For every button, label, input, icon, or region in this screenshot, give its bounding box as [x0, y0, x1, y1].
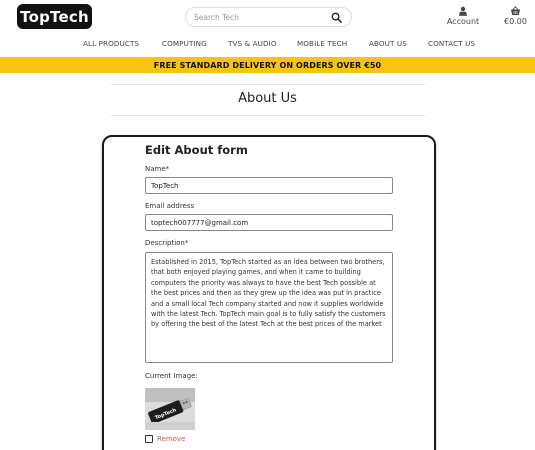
title-divider-top	[111, 84, 425, 85]
remove-image-checkbox[interactable]	[145, 435, 153, 443]
description-label: Description*	[145, 239, 189, 247]
nav-tvs-audio[interactable]: TVS & AUDIO	[228, 39, 277, 48]
current-image-thumbnail[interactable]: TopTech	[145, 388, 195, 430]
title-divider-bottom	[111, 115, 425, 116]
name-label: Name*	[145, 165, 170, 173]
user-icon	[459, 6, 467, 16]
account-label: Account	[446, 17, 480, 26]
page-title: About Us	[238, 91, 297, 106]
cart-total: €0.00	[504, 17, 527, 26]
site-logo[interactable]: TopTech	[17, 4, 92, 29]
nav-computing[interactable]: COMPUTING	[162, 39, 207, 48]
nav-all-products[interactable]: ALL PRODUCTS	[83, 39, 139, 48]
form-title: Edit About form	[145, 143, 248, 157]
nav-mobile-tech[interactable]: MOBILE TECH	[297, 39, 347, 48]
search-bar	[185, 7, 352, 27]
remove-image-label[interactable]: Remove	[157, 435, 185, 443]
basket-icon	[511, 6, 520, 15]
nav-contact-us[interactable]: CONTACT US	[428, 39, 475, 48]
description-field[interactable]: Established in 2015, TopTech started as …	[145, 252, 393, 363]
email-field[interactable]	[145, 214, 393, 231]
remove-image-row: Remove	[145, 434, 185, 444]
email-label: Email address	[145, 202, 195, 210]
cart-link[interactable]: €0.00	[499, 6, 532, 28]
account-link[interactable]: Account	[442, 6, 484, 28]
usb-drive-image: TopTech	[145, 388, 195, 430]
main-nav: ALL PRODUCTS COMPUTING TVS & AUDIO MOBIL…	[0, 39, 535, 51]
nav-about-us[interactable]: ABOUT US	[369, 39, 407, 48]
search-input[interactable]	[194, 10, 324, 25]
current-image-label: Current Image:	[145, 372, 198, 380]
delivery-banner: FREE STANDARD DELIVERY ON ORDERS OVER €5…	[0, 57, 535, 73]
search-icon[interactable]	[331, 12, 342, 23]
name-field[interactable]	[145, 177, 393, 194]
